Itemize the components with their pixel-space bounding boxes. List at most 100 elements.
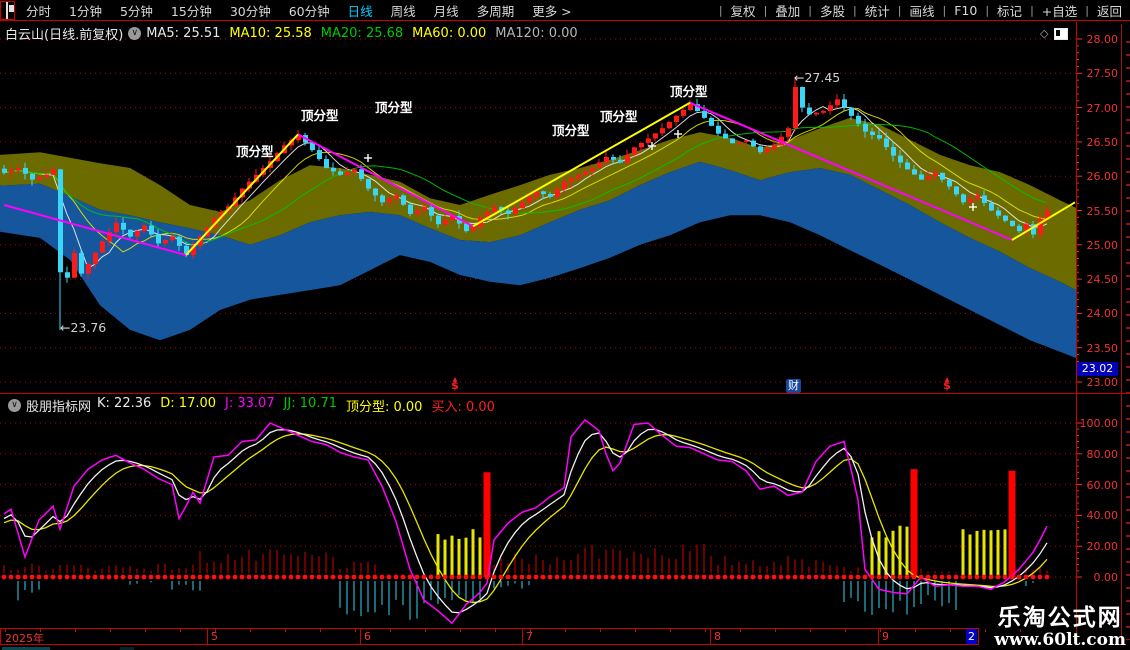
axis-line: [1076, 22, 1077, 645]
ma-values: MA5: 25.51 MA10: 25.58 MA20: 25.68 MA60: 0.…: [146, 26, 586, 41]
week-tick: [390, 629, 391, 632]
price-axis-label: 27.00: [1086, 101, 1119, 115]
right-edge-line: [1121, 24, 1122, 645]
stock-title: 白云山(日线.前复权): [5, 28, 124, 43]
ma-value: MA20: 25.68: [320, 26, 404, 41]
month-divider: [207, 629, 208, 644]
ma-value: MA120: 0.00: [495, 26, 578, 41]
kdj-lines: [3, 418, 1048, 625]
week-tick: [355, 629, 356, 632]
price-axis-label: 28.00: [1086, 33, 1119, 46]
price-bands: [0, 117, 1076, 358]
fractal-label: 顶分型: [236, 144, 274, 159]
chart-title-row: 白云山(日线.前复权) ∨ MA5: 25.51 MA10: 25.58 MA20:…: [5, 24, 587, 43]
month-label: 6: [364, 630, 371, 643]
indicator-title: 股朋指标网: [26, 400, 92, 415]
month-divider: [878, 629, 879, 644]
price-axis-label: 23.50: [1086, 341, 1119, 355]
week-tick: [635, 629, 636, 632]
chart-corner-icons: ◇: [1040, 27, 1069, 40]
week-tick: [40, 629, 41, 632]
watermark-site-name: 乐淘公式网: [997, 605, 1123, 631]
month-divider: [710, 629, 711, 644]
week-tick: [215, 629, 216, 632]
current-date-badge: 2: [966, 629, 977, 644]
indicator-value: K: 22.36: [97, 396, 152, 411]
cai-marker[interactable]: 财: [786, 379, 801, 393]
pane-icon[interactable]: [1054, 27, 1069, 40]
price-axis-label: 25.00: [1086, 238, 1119, 252]
price-axis-label: 27.50: [1086, 67, 1119, 81]
week-tick: [5, 629, 6, 632]
dollar-marker[interactable]: ▲ $: [449, 377, 461, 392]
year-label: 2025年: [5, 632, 44, 645]
price-axis-label: 25.50: [1086, 204, 1119, 218]
price-axis-label: 26.00: [1086, 170, 1119, 184]
week-tick: [110, 629, 111, 632]
week-tick: [775, 629, 776, 632]
week-tick: [880, 629, 881, 632]
indicator-value: JJ: 10.71: [283, 396, 337, 411]
fractal-label: 顶分型: [301, 108, 339, 123]
chevron-down-icon[interactable]: ∨: [128, 27, 142, 40]
week-tick: [950, 629, 951, 632]
dollar-marker[interactable]: ▲ $: [941, 377, 953, 392]
chart-canvas[interactable]: [0, 0, 1130, 650]
month-label: 9: [882, 630, 889, 643]
week-tick: [495, 629, 496, 632]
indicator-axis-label: 80.00: [1086, 447, 1119, 461]
price-callout: ←23.76: [60, 320, 107, 335]
week-tick: [705, 629, 706, 632]
indicator-axis-label: 100.00: [1079, 417, 1119, 430]
watermark-url: www.60lt.com: [994, 630, 1126, 650]
price-axis-label: 24.50: [1086, 273, 1119, 287]
price-highlight-badge: 23.02: [1077, 362, 1118, 376]
price-axis-label: 23.00: [1086, 376, 1119, 389]
month-divider: [522, 629, 523, 644]
indicator-axis-label: 40.00: [1086, 509, 1119, 523]
diamond-icon[interactable]: ◇: [1040, 27, 1048, 40]
week-tick: [915, 629, 916, 632]
month-label: 8: [714, 630, 721, 643]
fractal-label: 顶分型: [552, 123, 590, 138]
price-callout: ←27.45: [794, 70, 841, 85]
indicator-value: 买入: 0.00: [431, 400, 495, 415]
time-axis[interactable]: 2025年 56789: [0, 628, 1021, 645]
indicator-values: K: 22.36 D: 17.00 J: 33.07 JJ: 10.71 顶分型: 0.…: [97, 396, 504, 415]
indicator-value: 顶分型: 0.00: [346, 400, 423, 415]
week-tick: [320, 629, 321, 632]
week-tick: [250, 629, 251, 632]
week-tick: [670, 629, 671, 632]
week-tick: [985, 629, 986, 632]
week-tick: [180, 629, 181, 632]
chevron-down-icon[interactable]: ∨: [8, 399, 21, 412]
ma-value: MA60: 0.00: [412, 26, 487, 41]
week-tick: [460, 629, 461, 632]
week-tick: [810, 629, 811, 632]
indicator-value: J: 33.07: [225, 396, 275, 411]
watermark: 乐淘公式网 www.60lt.com: [994, 605, 1126, 649]
indicator-header: ∨ 股朋指标网 K: 22.36 D: 17.00 J: 33.07 JJ: 10.7…: [3, 396, 504, 415]
week-tick: [565, 629, 566, 632]
ma-value: MA10: 25.58: [229, 26, 312, 41]
panel-separator: [0, 393, 1130, 394]
fractal-label: 顶分型: [600, 109, 638, 124]
indicator-axis-label: 20.00: [1086, 540, 1119, 554]
week-tick: [75, 629, 76, 632]
fractal-label: 顶分型: [375, 100, 413, 115]
indicator-value: D: 17.00: [160, 396, 217, 411]
week-tick: [425, 629, 426, 632]
week-tick: [285, 629, 286, 632]
price-axis-label: 26.50: [1086, 135, 1119, 149]
week-tick: [845, 629, 846, 632]
price-axis-label: 24.00: [1086, 307, 1119, 321]
indicator-axis-label: 0.00: [1093, 571, 1119, 584]
fractal-label: 顶分型: [670, 84, 708, 99]
bottom-strip: [0, 646, 1130, 650]
week-tick: [740, 629, 741, 632]
week-tick: [600, 629, 601, 632]
month-divider: [360, 629, 361, 644]
right-edge-ticks: [1126, 30, 1130, 640]
week-tick: [145, 629, 146, 632]
ma-value: MA5: 25.51: [146, 26, 221, 41]
